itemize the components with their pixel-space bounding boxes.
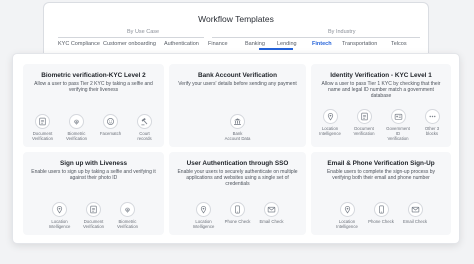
card-title: User Authentication through SSO <box>186 160 289 167</box>
template-card-identity-kyc-level-1[interactable]: Identity Verification - KYC Level 1 Allo… <box>311 64 451 147</box>
capability-item: Email Check <box>402 202 428 229</box>
tab-transportation[interactable]: Transportation <box>342 41 377 47</box>
tab-customer-onboarding[interactable]: Customer onboarding <box>103 41 156 47</box>
capability-item: Other 3 blocks <box>419 109 445 141</box>
capability-label: Location Intelligence <box>336 219 358 229</box>
tab-lending[interactable]: Lending <box>277 41 297 47</box>
capability-item: Biometric Verification <box>64 114 90 141</box>
more-icon <box>424 109 440 124</box>
location-icon <box>339 202 355 217</box>
capability-label: Document Verification <box>82 219 105 229</box>
card-icons: Location Intelligence Document Verificati… <box>23 202 164 229</box>
capability-item: Biometric Verification <box>115 202 141 229</box>
capability-label: Biometric Verification <box>65 131 88 141</box>
capability-item: Document Verification <box>81 202 107 229</box>
card-title: Bank Account Verification <box>198 72 277 79</box>
group-divider-industry <box>212 37 420 38</box>
templates-panel: Biometric verification-KYC Level 2 Allow… <box>12 53 460 244</box>
location-icon <box>196 202 211 217</box>
template-card-biometric-kyc-level-2[interactable]: Biometric verification-KYC Level 2 Allow… <box>23 64 164 147</box>
card-title: Identity Verification - KYC Level 1 <box>330 72 432 79</box>
group-divider-use-case <box>58 37 204 38</box>
location-icon <box>52 202 67 217</box>
card-icons: Location Intelligence Phone Check Email Ch… <box>311 202 451 229</box>
capability-label: Court records <box>137 131 152 141</box>
tab-kyc-compliance[interactable]: KYC Compliance <box>58 41 100 47</box>
card-description: Enable users to complete the sign-up pro… <box>326 169 436 182</box>
capability-label: Email Check <box>259 219 284 224</box>
capability-label: Email Check <box>402 219 428 224</box>
card-description: Allow a user to pass Tier 2 KYC by takin… <box>34 81 153 94</box>
capability-item: Location Intelligence <box>334 202 360 229</box>
capability-item: Location Intelligence <box>317 109 343 141</box>
document-icon <box>35 114 50 129</box>
tab-authentication[interactable]: Authentication <box>164 41 199 47</box>
card-description: Verify your users' details before sendin… <box>178 81 297 87</box>
tab-finance[interactable]: Finance <box>208 41 228 47</box>
card-description: Enable your users to securely authentica… <box>177 169 298 188</box>
capability-item: Phone Check <box>368 202 394 229</box>
capability-item: Document Verification <box>30 114 56 141</box>
capability-item: Email Check <box>259 202 285 229</box>
capability-label: Document Verification <box>31 131 54 141</box>
capability-label: Government ID Verification <box>386 126 410 141</box>
capability-label: Other 3 blocks <box>424 126 440 136</box>
bank-icon <box>230 114 245 129</box>
capability-label: Location Intelligence <box>192 219 215 229</box>
card-icons: Location Intelligence Phone Check Email Ch… <box>169 202 306 229</box>
capability-label: Biometric Verification <box>116 219 139 229</box>
government-id-icon <box>390 109 406 124</box>
card-icons: Location Intelligence Document Verificati… <box>311 109 451 141</box>
capability-item: Document Verification <box>351 109 377 141</box>
phone-icon <box>373 202 389 217</box>
fingerprint-icon <box>69 114 84 129</box>
card-description: Enable users to sign up by taking a self… <box>31 169 156 182</box>
tab-banking[interactable]: Banking <box>245 41 265 47</box>
fingerprint-icon <box>120 202 135 217</box>
capability-label: Phone Check <box>224 219 251 224</box>
card-icons: Bank Account Data <box>169 114 306 141</box>
capability-item: Bank Account Data <box>225 114 251 141</box>
email-icon <box>407 202 423 217</box>
category-tabs: KYC Compliance Customer onboarding Authe… <box>58 41 420 51</box>
tab-telcos[interactable]: Telcos <box>391 41 407 47</box>
face-icon <box>103 114 118 129</box>
capability-label: Facematch <box>99 131 122 136</box>
group-label-industry: By Industry <box>328 29 356 35</box>
document-icon <box>356 109 372 124</box>
capability-item: Court records <box>132 114 158 141</box>
capability-label: Bank Account Data <box>224 131 251 141</box>
card-title: Sign up with Liveness <box>59 160 128 167</box>
location-icon <box>322 109 338 124</box>
capability-item: Government ID Verification <box>385 109 411 141</box>
capability-label: Location Intelligence <box>48 219 71 229</box>
capability-item: Phone Check <box>225 202 251 229</box>
gavel-icon <box>137 114 152 129</box>
capability-item: Location Intelligence <box>191 202 217 229</box>
phone-icon <box>230 202 245 217</box>
capability-label: Document Verification <box>353 126 375 136</box>
tab-fintech[interactable]: Fintech <box>312 41 332 47</box>
email-icon <box>264 202 279 217</box>
card-title: Email & Phone Verification Sign-Up <box>327 160 435 167</box>
template-card-email-phone-verification[interactable]: Email & Phone Verification Sign-Up Enabl… <box>311 152 451 235</box>
document-icon <box>86 202 101 217</box>
card-icons: Document Verification Biometric Verificat… <box>23 114 164 141</box>
template-card-user-authentication-sso[interactable]: User Authentication through SSO Enable y… <box>169 152 306 235</box>
template-card-bank-account-verification[interactable]: Bank Account Verification Verify your us… <box>169 64 306 147</box>
capability-item: Location Intelligence <box>47 202 73 229</box>
capability-label: Location Intelligence <box>319 126 341 136</box>
capability-item: Facematch <box>98 114 124 141</box>
card-description: Allow a user to pass Tier 1 KYC by check… <box>321 81 441 100</box>
capability-label: Phone Check <box>368 219 394 224</box>
group-label-use-case: By Use Case <box>127 29 160 35</box>
window-title: Workflow Templates <box>198 14 274 24</box>
active-tab-indicator <box>259 48 293 50</box>
template-card-sign-up-with-liveness[interactable]: Sign up with Liveness Enable users to si… <box>23 152 164 235</box>
card-title: Biometric verification-KYC Level 2 <box>41 72 146 79</box>
